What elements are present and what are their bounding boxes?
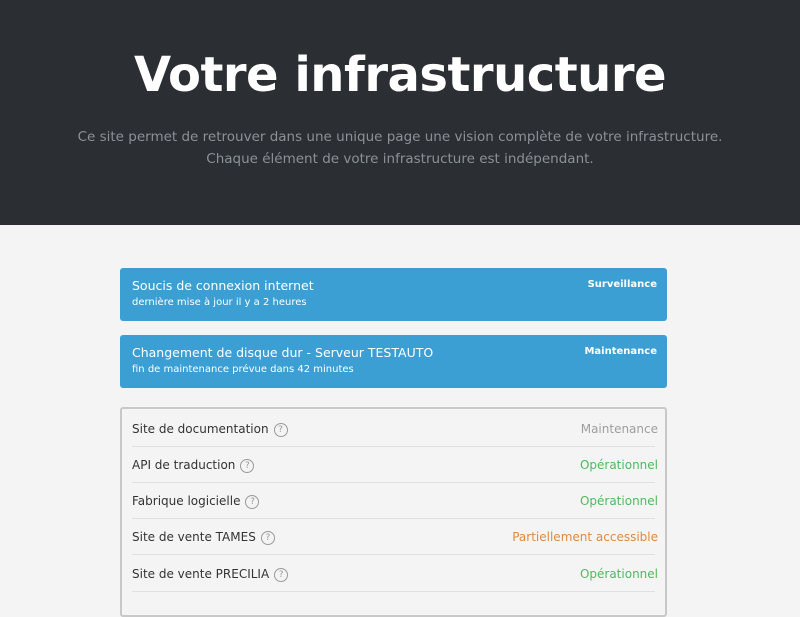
help-icon[interactable]: ? (240, 459, 255, 473)
service-status: Opérationnel (579, 458, 658, 472)
help-icon[interactable]: ? (260, 531, 275, 545)
service-status: Opérationnel (579, 567, 658, 581)
description-line-1: Ce site permet de retrouver dans une uni… (77, 129, 723, 145)
service-name: API de traduction? (132, 458, 255, 473)
service-name: Site de vente PRECILIA? (132, 567, 289, 582)
service-status: Partiellement accessible (512, 530, 658, 544)
service-name-text: API de traduction (132, 458, 236, 472)
page-description: Ce site permet de retrouver dans une uni… (0, 126, 800, 170)
notice-tag: Maintenance (584, 346, 657, 357)
page-title: Votre infrastructure (133, 47, 667, 103)
service-status: Maintenance (580, 422, 658, 436)
service-row-documentation: Site de documentation? Maintenance (122, 411, 665, 447)
incident-notice-internet[interactable]: Soucis de connexion internet dernière mi… (120, 268, 667, 321)
notice-tag: Surveillance (587, 279, 657, 290)
service-status: Opérationnel (579, 494, 658, 508)
hero-header: Votre infrastructure Ce site permet de r… (0, 0, 800, 225)
description-line-2: Chaque élément de votre infrastructure e… (206, 151, 594, 167)
services-list: Site de documentation? Maintenance API d… (120, 407, 667, 617)
maintenance-notice-disk[interactable]: Changement de disque dur - Serveur TESTA… (120, 335, 667, 388)
service-row-software-factory: Fabrique logicielle? Opérationnel (122, 483, 665, 519)
service-row-precilia: Site de vente PRECILIA? Opérationnel (122, 556, 665, 592)
service-name-text: Fabrique logicielle (132, 494, 241, 508)
service-name: Site de documentation? (132, 422, 288, 437)
notice-subtitle: fin de maintenance prévue dans 42 minute… (132, 364, 354, 375)
service-name: Site de vente TAMES? (132, 530, 275, 545)
service-name: Fabrique logicielle? (132, 494, 260, 509)
notice-title: Changement de disque dur - Serveur TESTA… (132, 345, 434, 360)
help-icon[interactable]: ? (274, 568, 289, 582)
notice-title: Soucis de connexion internet (132, 278, 314, 293)
service-name-text: Site de documentation (132, 422, 269, 436)
service-name-text: Site de vente PRECILIA (132, 567, 270, 581)
help-icon[interactable]: ? (245, 495, 260, 509)
service-name-text: Site de vente TAMES (132, 530, 256, 544)
help-icon[interactable]: ? (273, 423, 288, 437)
notice-subtitle: dernière mise à jour il y a 2 heures (132, 297, 307, 308)
service-row-tames: Site de vente TAMES? Partiellement acces… (122, 519, 665, 555)
service-row-translation-api: API de traduction? Opérationnel (122, 447, 665, 483)
